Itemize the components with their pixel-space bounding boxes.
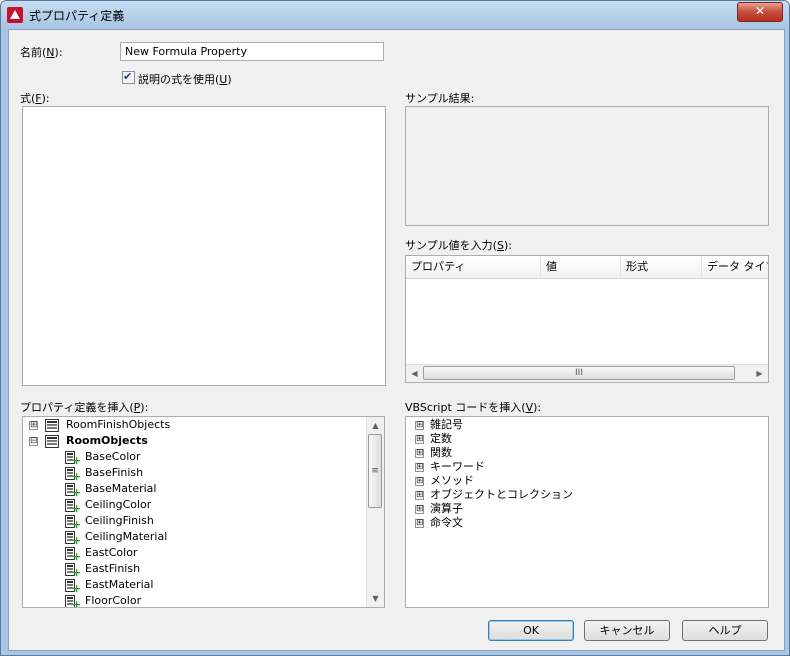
formula-label-end: ): — [41, 92, 50, 105]
sample-values-label: サンプル値を入力(S): — [405, 237, 512, 253]
tree-node-label: 命令文 — [430, 516, 463, 529]
expand-icon[interactable]: ⊞ — [415, 435, 424, 444]
sample-values-header: プロパティ 値 形式 データ タイプ — [406, 256, 768, 279]
insert-property-label-text: プロパティ定義を挿入( — [20, 401, 134, 414]
expand-icon[interactable]: ⊞ — [415, 463, 424, 472]
tree-node-label: BaseFinish — [85, 466, 144, 479]
column-header-property[interactable]: プロパティ — [406, 256, 541, 278]
name-label-end: ): — [54, 46, 63, 59]
formula-label: 式(F): — [20, 90, 50, 106]
sample-values-list[interactable]: プロパティ 値 形式 データ タイプ ◀ III ▶ — [405, 255, 769, 383]
sample-values-label-end: ): — [503, 239, 512, 252]
property-set-icon — [45, 435, 59, 448]
tree-node-label: BaseMaterial — [85, 482, 157, 495]
tree-node-basematerial[interactable]: + BaseMaterial — [23, 481, 368, 498]
scroll-down-icon[interactable]: ▼ — [367, 590, 384, 607]
insert-vbscript-label-text: VBScript コードを挿入( — [405, 401, 526, 414]
insert-property-label-end: ): — [140, 401, 149, 414]
sample-values-accesskey: S — [496, 239, 504, 252]
tree-node-roomobjects[interactable]: ⊟ RoomObjects — [23, 433, 368, 449]
insert-vbscript-label-end: ): — [533, 401, 542, 414]
use-description-label[interactable]: 説明の式を使用(U) — [138, 71, 232, 87]
help-button[interactable]: ヘルプ — [682, 620, 768, 641]
name-field[interactable]: New Formula Property — [120, 42, 384, 61]
tree-node-ceilingfinish[interactable]: + CeilingFinish — [23, 513, 368, 530]
insert-vbscript-label: VBScript コードを挿入(V): — [405, 399, 541, 415]
close-button[interactable]: ✕ — [737, 2, 783, 22]
tree-node-basecolor[interactable]: + BaseColor — [23, 449, 368, 466]
tree-node-label: CeilingColor — [85, 498, 152, 511]
autocad-app-icon — [7, 7, 23, 23]
tree-node-label: EastMaterial — [85, 578, 154, 591]
scroll-up-icon[interactable]: ▲ — [367, 417, 384, 434]
collapse-icon[interactable]: ⊟ — [29, 437, 38, 446]
column-header-format[interactable]: 形式 — [621, 256, 702, 278]
insert-property-label: プロパティ定義を挿入(P): — [20, 399, 148, 415]
tree-node-ceilingcolor[interactable]: + CeilingColor — [23, 497, 368, 514]
dialog-body: 名前(N): New Formula Property 説明の式を使用(U) 式… — [8, 29, 785, 651]
name-label-accesskey: N — [46, 46, 55, 59]
property-set-icon — [45, 419, 59, 432]
expand-icon[interactable]: ⊞ — [415, 505, 424, 514]
formula-label-text: 式( — [20, 92, 36, 105]
expand-icon[interactable]: ⊞ — [415, 491, 424, 500]
tree-node-label: EastFinish — [85, 562, 141, 575]
tree-node-label: FloorColor — [85, 594, 142, 607]
formula-property-dialog: 式プロパティ定義 ✕ 名前(N): New Formula Property 説… — [0, 0, 790, 656]
tree-node-label: BaseColor — [85, 450, 141, 463]
scroll-right-icon[interactable]: ▶ — [751, 365, 768, 382]
tree-node-label: EastColor — [85, 546, 138, 559]
tree-node-label: CeilingMaterial — [85, 530, 168, 543]
sample-values-label-text: サンプル値を入力( — [405, 239, 497, 252]
use-description-label-text: 説明の式を使用( — [138, 73, 220, 86]
column-header-value[interactable]: 値 — [541, 256, 621, 278]
tree-node-ceilingmaterial[interactable]: + CeilingMaterial — [23, 529, 368, 546]
window-title: 式プロパティ定義 — [29, 9, 125, 23]
property-tree-vscrollbar[interactable]: ▲ ≡ ▼ — [366, 417, 384, 607]
tree-node-label: CeilingFinish — [85, 514, 154, 527]
sample-result-label: サンプル結果: — [405, 92, 475, 105]
name-label-text: 名前( — [20, 46, 47, 59]
tree-node-label: RoomFinishObjects — [66, 418, 171, 431]
tree-node-floorcolor[interactable]: + FloorColor — [23, 593, 368, 608]
insert-vbscript-accesskey: V — [525, 401, 534, 414]
tree-node-eastmaterial[interactable]: + EastMaterial — [23, 577, 368, 594]
tree-node-eastfinish[interactable]: + EastFinish — [23, 561, 368, 578]
expand-icon[interactable]: ⊞ — [415, 477, 424, 486]
sample-values-hscrollbar[interactable]: ◀ III ▶ — [406, 364, 768, 382]
sample-result-box — [405, 106, 769, 226]
name-label: 名前(N): — [20, 44, 63, 60]
vscroll-thumb[interactable]: ≡ — [368, 434, 382, 508]
tree-node-label: RoomObjects — [66, 434, 148, 447]
tree-node-basefinish[interactable]: + BaseFinish — [23, 465, 368, 482]
tree-node-eastcolor[interactable]: + EastColor — [23, 545, 368, 562]
use-description-checkbox[interactable] — [122, 70, 135, 84]
tree-node-roomfinishobjects[interactable]: ⊞ RoomFinishObjects — [23, 417, 368, 433]
formula-textarea[interactable] — [22, 106, 386, 386]
title-bar[interactable]: 式プロパティ定義 ✕ — [1, 1, 789, 29]
expand-icon[interactable]: ⊞ — [415, 519, 424, 528]
add-property-icon: + — [72, 598, 82, 608]
vbscript-code-tree[interactable]: ⊞ 雑記号 ⊞ 定数 ⊞ 関数 ⊞ キーワード ⊞ メソッド ⊞ オブジェクトと… — [405, 416, 769, 608]
tree-node-statements[interactable]: ⊞ 命令文 — [406, 515, 766, 531]
property-definition-tree[interactable]: ⊞ RoomFinishObjects ⊟ RoomObjects + Base… — [22, 416, 385, 608]
expand-icon[interactable]: ⊞ — [29, 421, 38, 430]
ok-button[interactable]: OK — [488, 620, 574, 641]
cancel-button[interactable]: キャンセル — [584, 620, 670, 641]
hscroll-thumb[interactable]: III — [423, 366, 735, 380]
expand-icon[interactable]: ⊞ — [415, 421, 424, 430]
use-description-label-end: ) — [227, 73, 232, 86]
expand-icon[interactable]: ⊞ — [415, 449, 424, 458]
scroll-left-icon[interactable]: ◀ — [406, 365, 423, 382]
column-header-data-type[interactable]: データ タイプ — [702, 256, 768, 278]
